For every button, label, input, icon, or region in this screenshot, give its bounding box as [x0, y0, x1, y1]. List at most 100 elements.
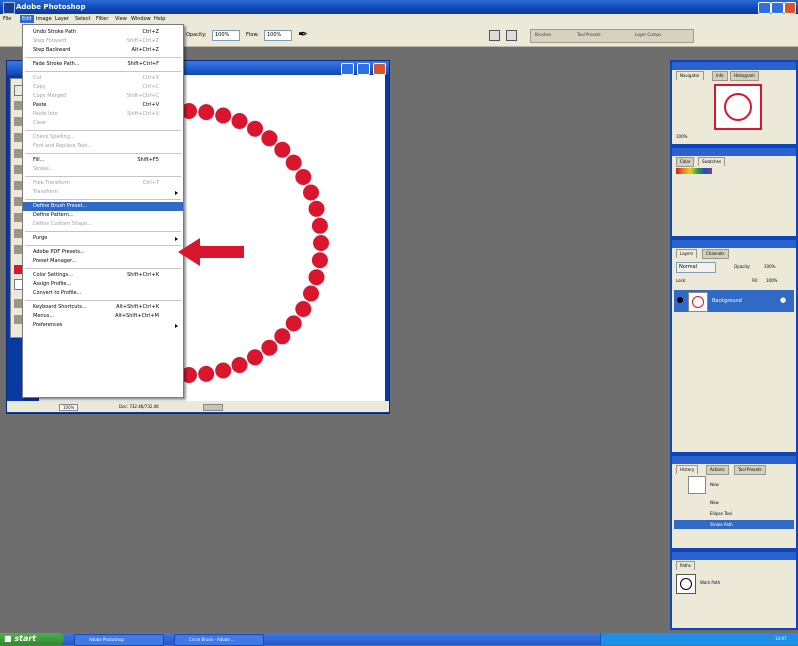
status-arrow-button[interactable]	[203, 404, 223, 411]
tab-tool-presets[interactable]: Tool Presets	[577, 32, 601, 37]
menu-item-step-forward[interactable]: Step Forward Shift+Ctrl+Z	[23, 37, 183, 46]
palette-toggle-icon[interactable]	[489, 30, 500, 41]
tab-color[interactable]: Color	[676, 157, 695, 167]
snapshot-thumbnail[interactable]	[688, 476, 706, 494]
history-step-label: Ellipse Tool	[710, 511, 732, 516]
tab-brushes[interactable]: Brushes	[535, 32, 551, 37]
menu-item-find-and-replace-text[interactable]: Find and Replace Text...	[23, 142, 183, 151]
file-browser-icon[interactable]	[506, 30, 517, 41]
menu-layer[interactable]: Layer	[55, 16, 69, 22]
tab-swatches[interactable]: Swatches	[698, 157, 726, 166]
menu-item-clear[interactable]: Clear	[23, 119, 183, 128]
path-thumbnail[interactable]	[676, 574, 696, 594]
start-button[interactable]: ■ start	[0, 633, 64, 645]
menu-image[interactable]: Image	[36, 16, 52, 22]
menu-item-define-brush-preset[interactable]: Define Brush Preset...	[23, 202, 183, 211]
menu-item-shortcut: Shift+Ctrl+V	[126, 111, 159, 117]
menu-item-define-pattern[interactable]: Define Pattern...	[23, 211, 183, 220]
history-step-label: New	[710, 500, 719, 505]
taskbar-item-photoshop[interactable]: Adobe Photoshop	[74, 634, 164, 646]
doc-maximize-button[interactable]	[357, 63, 370, 75]
menu-file[interactable]: File	[3, 16, 11, 22]
menu-item-stroke[interactable]: Stroke...	[23, 165, 183, 174]
menu-help[interactable]: Help	[154, 16, 165, 22]
menu-view[interactable]: View	[115, 16, 127, 22]
tab-channels[interactable]: Channels	[702, 249, 729, 259]
menu-item-paste-into[interactable]: Paste Into Shift+Ctrl+V	[23, 110, 183, 119]
tab-paths[interactable]: Paths	[676, 561, 695, 570]
submenu-arrow-icon	[175, 324, 178, 328]
fill-value[interactable]: 100%	[766, 278, 777, 283]
tab-info[interactable]: Info	[712, 71, 728, 81]
menu-item-copy-merged[interactable]: Copy Merged Shift+Ctrl+C	[23, 92, 183, 101]
history-step[interactable]: New	[674, 498, 794, 507]
palette-well: Brushes Tool Presets Layer Comps	[530, 29, 694, 43]
menu-item-adobe-pdf-presets[interactable]: Adobe PDF Presets...	[23, 248, 183, 257]
photoshop-app-icon	[3, 2, 15, 14]
palette-title-bar[interactable]	[672, 148, 796, 156]
menu-item-check-spelling[interactable]: Check Spelling...	[23, 133, 183, 142]
tab-layers[interactable]: Layers	[676, 249, 698, 258]
tab-layer-comps[interactable]: Layer Comps	[635, 32, 661, 37]
taskbar-item-browser[interactable]: Circle Brush - Adobe ...	[174, 634, 264, 646]
doc-close-button[interactable]	[373, 63, 386, 75]
brush-dot	[311, 217, 328, 234]
menu-item-purge[interactable]: Purge	[23, 234, 183, 243]
menu-filter[interactable]: Filter	[96, 16, 108, 22]
menu-item-preferences[interactable]: Preferences	[23, 321, 183, 330]
tab-tool-presets-pal[interactable]: Tool Presets	[734, 465, 766, 475]
history-step-active[interactable]: Stroke Path	[674, 520, 794, 529]
tab-histogram[interactable]: Histogram	[730, 71, 759, 81]
layer-name[interactable]: Background	[712, 298, 742, 304]
palette-title-bar[interactable]	[672, 240, 796, 248]
menu-item-define-custom-shape[interactable]: Define Custom Shape...	[23, 220, 183, 229]
tab-navigator[interactable]: Navigator	[676, 71, 704, 80]
zoom-field[interactable]: 100%	[59, 404, 79, 411]
opacity-combo[interactable]: 100%	[212, 30, 240, 41]
history-step[interactable]: Ellipse Tool	[674, 509, 794, 518]
menu-item-menus[interactable]: Menus... Alt+Shift+Ctrl+M	[23, 312, 183, 321]
layer-opacity-value[interactable]: 100%	[764, 264, 775, 269]
menu-item-transform[interactable]: Transform	[23, 188, 183, 197]
brush-dot	[247, 120, 263, 137]
menu-item-convert-to-profile[interactable]: Convert to Profile...	[23, 289, 183, 298]
menu-item-fill[interactable]: Fill... Shift+F5	[23, 156, 183, 165]
tab-actions[interactable]: Actions	[706, 465, 729, 475]
swatch-grid[interactable]	[676, 168, 712, 174]
palette-title-bar[interactable]	[672, 552, 796, 560]
menu-item-preset-manager[interactable]: Preset Manager...	[23, 257, 183, 266]
app-title-bar[interactable]: Adobe Photoshop	[0, 0, 798, 14]
menu-item-cut[interactable]: Cut Ctrl+X	[23, 74, 183, 83]
menu-item-color-settings[interactable]: Color Settings... Shift+Ctrl+K	[23, 271, 183, 280]
navigator-thumbnail[interactable]	[714, 84, 762, 130]
flow-combo[interactable]: 100%	[264, 30, 292, 41]
menu-item-step-backward[interactable]: Step Backward Alt+Ctrl+Z	[23, 46, 183, 55]
eye-visibility-icon[interactable]	[677, 297, 683, 303]
flow-label: Flow:	[246, 32, 259, 38]
layer-row-background[interactable]: Background ●	[674, 290, 794, 312]
menu-item-undo-stroke-path[interactable]: Undo Stroke Path Ctrl+Z	[23, 28, 183, 37]
menu-item-paste[interactable]: Paste Ctrl+V	[23, 101, 183, 110]
menu-item-shortcut: Ctrl+X	[142, 75, 159, 81]
menu-item-free-transform[interactable]: Free Transform Ctrl+T	[23, 179, 183, 188]
close-button[interactable]	[784, 2, 796, 14]
maximize-button[interactable]	[771, 2, 784, 14]
doc-minimize-button[interactable]	[341, 63, 354, 75]
tab-history[interactable]: History	[676, 465, 699, 474]
menu-window[interactable]: Window	[131, 16, 151, 22]
menu-select[interactable]: Select	[75, 16, 90, 22]
blend-mode-select[interactable]: Normal	[676, 262, 716, 273]
layers-palette: Layers Channels Normal Opacity: 100% Loc…	[670, 238, 798, 454]
menu-edit[interactable]: Edit	[20, 15, 34, 23]
menu-item-fade-stroke-path[interactable]: Fade Stroke Path... Shift+Ctrl+F	[23, 60, 183, 69]
palette-title-bar[interactable]	[672, 456, 796, 464]
menu-item-keyboard-shortcuts[interactable]: Keyboard Shortcuts... Alt+Shift+Ctrl+K	[23, 303, 183, 312]
minimize-button[interactable]	[758, 2, 771, 14]
airbrush-icon[interactable]: ✒	[298, 28, 308, 40]
clock[interactable]: 14:07	[775, 636, 787, 641]
palette-title-bar[interactable]	[672, 62, 796, 70]
menu-item-copy[interactable]: Copy Ctrl+C	[23, 83, 183, 92]
navigator-zoom[interactable]: 100%	[676, 134, 687, 139]
menu-item-assign-profile[interactable]: Assign Profile...	[23, 280, 183, 289]
path-name[interactable]: Work Path	[700, 580, 720, 585]
